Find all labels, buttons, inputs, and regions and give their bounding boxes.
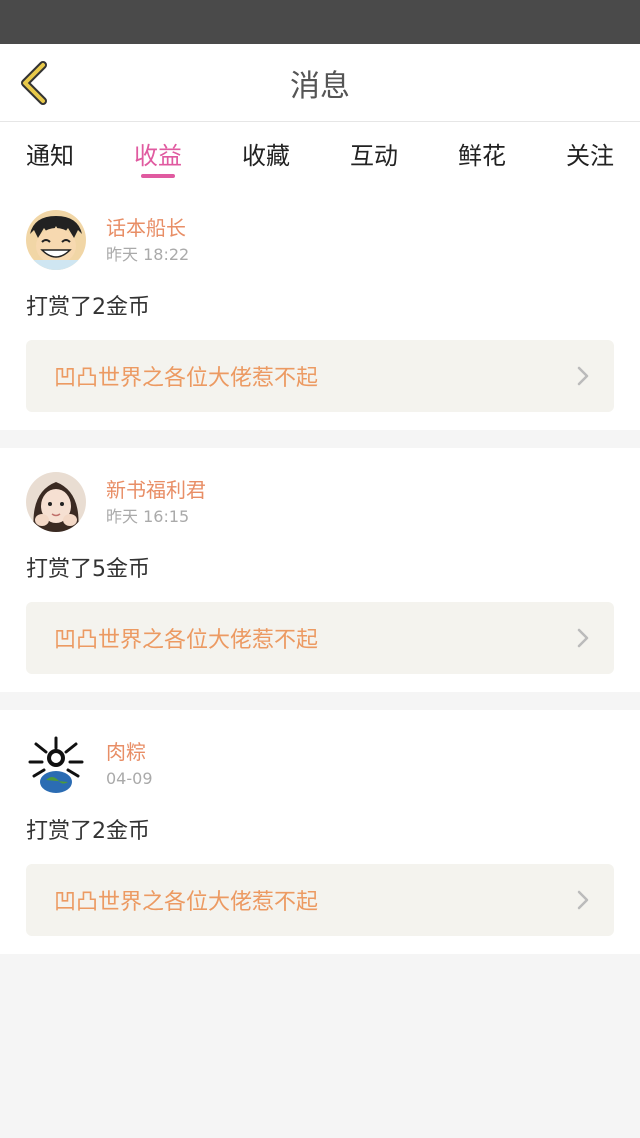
user-row: 新书福利君 昨天 16:15 (26, 470, 614, 534)
message-card: 肉粽 04-09 打赏了2金币 凹凸世界之各位大佬惹不起 (0, 710, 640, 954)
tab-favorites[interactable]: 收藏 (242, 122, 290, 184)
timestamp: 昨天 16:15 (106, 507, 190, 526)
page-title: 消息 (290, 69, 350, 104)
username[interactable]: 话本船长 (106, 213, 189, 243)
chevron-right-icon (577, 628, 589, 648)
chevron-right-icon (577, 366, 589, 386)
tab-earnings[interactable]: 收益 (134, 122, 182, 184)
username[interactable]: 肉粽 (106, 737, 153, 767)
chevron-right-icon (577, 890, 589, 910)
timestamp: 04-09 (106, 769, 153, 788)
user-row: 肉粽 04-09 (26, 732, 614, 796)
book-link[interactable]: 凹凸世界之各位大佬惹不起 (26, 602, 614, 674)
message-card: 话本船长 昨天 18:22 打赏了2金币 凹凸世界之各位大佬惹不起 (0, 208, 640, 430)
username[interactable]: 新书福利君 (106, 475, 206, 505)
globe-bones-avatar-icon (26, 734, 86, 794)
tab-notify[interactable]: 通知 (26, 122, 74, 184)
avatar[interactable] (26, 472, 86, 532)
reward-message: 打赏了2金币 (26, 295, 150, 320)
avatar[interactable] (26, 210, 86, 270)
book-link[interactable]: 凹凸世界之各位大佬惹不起 (26, 864, 614, 936)
message-card: 新书福利君 昨天 16:15 打赏了5金币 凹凸世界之各位大佬惹不起 (0, 448, 640, 692)
reward-message: 打赏了2金币 (26, 819, 150, 844)
tab-flowers[interactable]: 鲜花 (458, 122, 506, 184)
book-title: 凹凸世界之各位大佬惹不起 (54, 628, 319, 653)
timestamp: 昨天 18:22 (106, 245, 190, 264)
header: 消息 (0, 44, 640, 122)
book-title: 凹凸世界之各位大佬惹不起 (54, 366, 319, 391)
book-title: 凹凸世界之各位大佬惹不起 (54, 890, 319, 915)
avatar[interactable] (26, 734, 86, 794)
girl-photo-avatar-icon (26, 472, 86, 532)
book-link[interactable]: 凹凸世界之各位大佬惹不起 (26, 340, 614, 412)
cartoon-boy-avatar-icon (26, 210, 86, 270)
tab-bar: 通知 收益 收藏 互动 鲜花 关注 (0, 122, 640, 184)
tab-follow[interactable]: 关注 (566, 122, 614, 184)
user-row: 话本船长 昨天 18:22 (26, 208, 614, 272)
status-bar (0, 0, 640, 44)
reward-message: 打赏了5金币 (26, 557, 150, 582)
tab-interactions[interactable]: 互动 (350, 122, 398, 184)
